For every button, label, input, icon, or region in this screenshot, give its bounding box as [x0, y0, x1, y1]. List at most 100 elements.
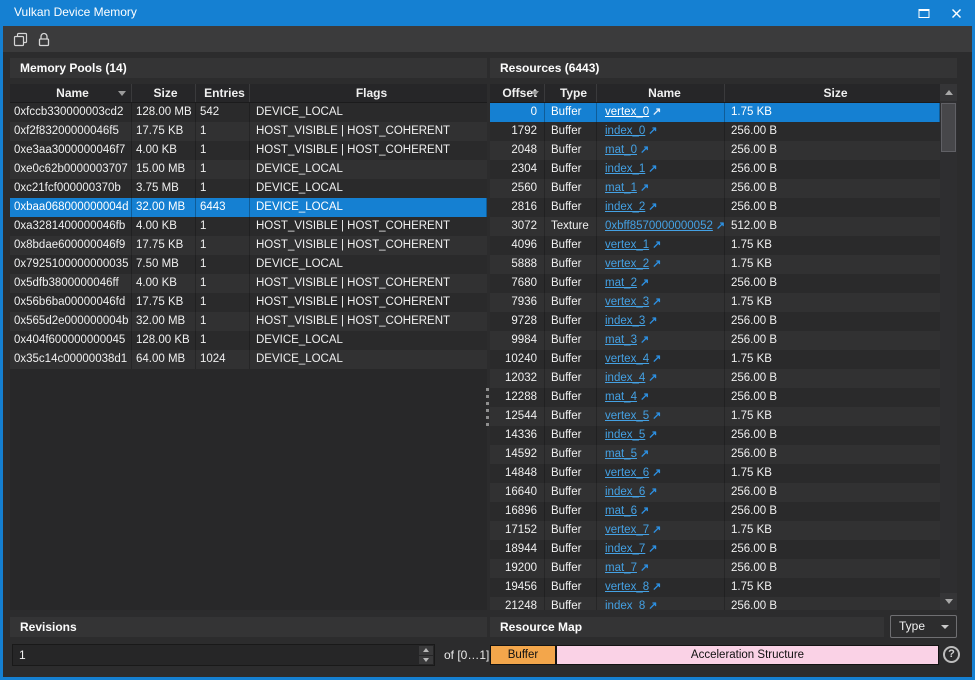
table-row[interactable]: 0xfccb330000003cd2128.00 MB542DEVICE_LOC…	[10, 103, 487, 122]
cell-resource-type: Texture	[545, 217, 597, 236]
table-row[interactable]: 14592Buffermat_5↗256.00 B	[490, 445, 940, 464]
resource-link[interactable]: vertex_2	[605, 258, 649, 270]
scrollbar-thumb[interactable]	[941, 103, 956, 152]
column-header-rsize[interactable]: Size	[725, 84, 940, 102]
resource-link[interactable]: index_5	[605, 429, 645, 441]
cell-resource-name: mat_5↗	[597, 445, 725, 464]
maximize-button[interactable]	[913, 4, 935, 22]
resource-link[interactable]: index_3	[605, 315, 645, 327]
table-row[interactable]: 14336Bufferindex_5↗256.00 B	[490, 426, 940, 445]
duplicate-window-button[interactable]	[9, 28, 31, 50]
cell-resource-size: 512.00 B	[725, 217, 940, 236]
resource-link[interactable]: mat_0	[605, 144, 637, 156]
table-row[interactable]: 3072Texture0xbff8570000000052↗512.00 B	[490, 217, 940, 236]
table-row[interactable]: 19456Buffervertex_8↗1.75 KB	[490, 578, 940, 597]
table-row[interactable]: 0x56b6ba00000046fd17.75 KB1HOST_VISIBLE …	[10, 293, 487, 312]
scroll-down-button[interactable]	[940, 593, 957, 610]
resources-scrollbar[interactable]	[940, 84, 957, 610]
column-header-entries[interactable]: Entries	[196, 84, 250, 102]
column-header-flags[interactable]: Flags	[250, 84, 487, 102]
spin-down-button[interactable]	[419, 656, 433, 665]
resource-link[interactable]: vertex_1	[605, 239, 649, 251]
resource-link[interactable]: vertex_6	[605, 467, 649, 479]
resource-map-type-dropdown[interactable]: Type	[890, 615, 957, 638]
table-row[interactable]: 14848Buffervertex_6↗1.75 KB	[490, 464, 940, 483]
resource-link[interactable]: index_7	[605, 543, 645, 555]
splitter-grip-dot	[486, 416, 489, 419]
table-row[interactable]: 2560Buffermat_1↗256.00 B	[490, 179, 940, 198]
resource-link[interactable]: mat_3	[605, 334, 637, 346]
table-row[interactable]: 0xbaa068000000004d32.00 MB6443DEVICE_LOC…	[10, 198, 487, 217]
table-row[interactable]: 12544Buffervertex_5↗1.75 KB	[490, 407, 940, 426]
resource-link[interactable]: 0xbff8570000000052	[605, 220, 713, 232]
revision-input[interactable]	[13, 645, 418, 665]
resource-link[interactable]: mat_6	[605, 505, 637, 517]
table-row[interactable]: 18944Bufferindex_7↗256.00 B	[490, 540, 940, 559]
column-header-offset[interactable]: Offset	[490, 84, 545, 102]
cell-resource-type: Buffer	[545, 464, 597, 483]
table-row[interactable]: 0x5dfb3800000046ff4.00 KB1HOST_VISIBLE |…	[10, 274, 487, 293]
resource-map-segment[interactable]: Buffer	[491, 646, 555, 664]
resource-map-segment[interactable]: Acceleration Structure	[557, 646, 938, 664]
resource-link[interactable]: index_1	[605, 163, 645, 175]
column-header-rname[interactable]: Name	[597, 84, 725, 102]
resource-link[interactable]: vertex_8	[605, 581, 649, 593]
table-row[interactable]: 5888Buffervertex_2↗1.75 KB	[490, 255, 940, 274]
table-row[interactable]: 0x35c14c00000038d164.00 MB1024DEVICE_LOC…	[10, 350, 487, 369]
table-row[interactable]: 0x8bdae600000046f917.75 KB1HOST_VISIBLE …	[10, 236, 487, 255]
table-row[interactable]: 0xa3281400000046fb4.00 KB1HOST_VISIBLE |…	[10, 217, 487, 236]
spin-up-button[interactable]	[419, 646, 433, 655]
table-row[interactable]: 19200Buffermat_7↗256.00 B	[490, 559, 940, 578]
cell-resource-offset: 2304	[490, 160, 545, 179]
table-row[interactable]: 0xe3aa3000000046f74.00 KB1HOST_VISIBLE |…	[10, 141, 487, 160]
resource-link[interactable]: index_4	[605, 372, 645, 384]
table-row[interactable]: 2816Bufferindex_2↗256.00 B	[490, 198, 940, 217]
table-row[interactable]: 21248Bufferindex_8↗256.00 B	[490, 597, 940, 610]
table-row[interactable]: 9984Buffermat_3↗256.00 B	[490, 331, 940, 350]
resource-link[interactable]: index_0	[605, 125, 645, 137]
table-row[interactable]: 12032Bufferindex_4↗256.00 B	[490, 369, 940, 388]
resource-link[interactable]: mat_2	[605, 277, 637, 289]
table-row[interactable]: 12288Buffermat_4↗256.00 B	[490, 388, 940, 407]
resource-link[interactable]: mat_4	[605, 391, 637, 403]
cell-pool-size: 7.50 MB	[132, 255, 196, 274]
table-row[interactable]: 9728Bufferindex_3↗256.00 B	[490, 312, 940, 331]
table-row[interactable]: 7680Buffermat_2↗256.00 B	[490, 274, 940, 293]
table-row[interactable]: 0xf2f83200000046f517.75 KB1HOST_VISIBLE …	[10, 122, 487, 141]
table-row[interactable]: 0x79251000000000357.50 MB1DEVICE_LOCAL	[10, 255, 487, 274]
table-row[interactable]: 4096Buffervertex_1↗1.75 KB	[490, 236, 940, 255]
resource-link[interactable]: mat_7	[605, 562, 637, 574]
resource-link[interactable]: vertex_3	[605, 296, 649, 308]
close-button[interactable]	[945, 4, 967, 22]
resource-link[interactable]: mat_5	[605, 448, 637, 460]
table-row[interactable]: 16640Bufferindex_6↗256.00 B	[490, 483, 940, 502]
table-row[interactable]: 2304Bufferindex_1↗256.00 B	[490, 160, 940, 179]
title-bar[interactable]: Vulkan Device Memory	[0, 0, 975, 26]
column-header-name[interactable]: Name	[10, 84, 132, 102]
table-row[interactable]: 0x565d2e000000004b32.00 MB1HOST_VISIBLE …	[10, 312, 487, 331]
resource-link[interactable]: vertex_7	[605, 524, 649, 536]
table-row[interactable]: 0xe0c62b000000370715.00 MB1DEVICE_LOCAL	[10, 160, 487, 179]
resource-link[interactable]: vertex_4	[605, 353, 649, 365]
table-row[interactable]: 2048Buffermat_0↗256.00 B	[490, 141, 940, 160]
table-row[interactable]: 10240Buffervertex_4↗1.75 KB	[490, 350, 940, 369]
scroll-up-button[interactable]	[940, 84, 957, 101]
resource-link[interactable]: vertex_0	[605, 106, 649, 118]
resource-link[interactable]: index_2	[605, 201, 645, 213]
table-row[interactable]: 16896Buffermat_6↗256.00 B	[490, 502, 940, 521]
column-header-size[interactable]: Size	[132, 84, 196, 102]
help-button[interactable]: ?	[943, 646, 960, 663]
lock-button[interactable]	[33, 28, 55, 50]
table-row[interactable]: 0Buffervertex_0↗1.75 KB	[490, 103, 940, 122]
resource-link[interactable]: mat_1	[605, 182, 637, 194]
table-row[interactable]: 0xc21fcf000000370b3.75 MB1DEVICE_LOCAL	[10, 179, 487, 198]
table-row[interactable]: 17152Buffervertex_7↗1.75 KB	[490, 521, 940, 540]
table-row[interactable]: 1792Bufferindex_0↗256.00 B	[490, 122, 940, 141]
table-row[interactable]: 0x404f600000000045128.00 KB1DEVICE_LOCAL	[10, 331, 487, 350]
table-row[interactable]: 7936Buffervertex_3↗1.75 KB	[490, 293, 940, 312]
resource-link[interactable]: index_6	[605, 486, 645, 498]
resource-link[interactable]: index_8	[605, 600, 645, 610]
column-header-type[interactable]: Type	[545, 84, 597, 102]
resource-link[interactable]: vertex_5	[605, 410, 649, 422]
cell-resource-type: Buffer	[545, 350, 597, 369]
